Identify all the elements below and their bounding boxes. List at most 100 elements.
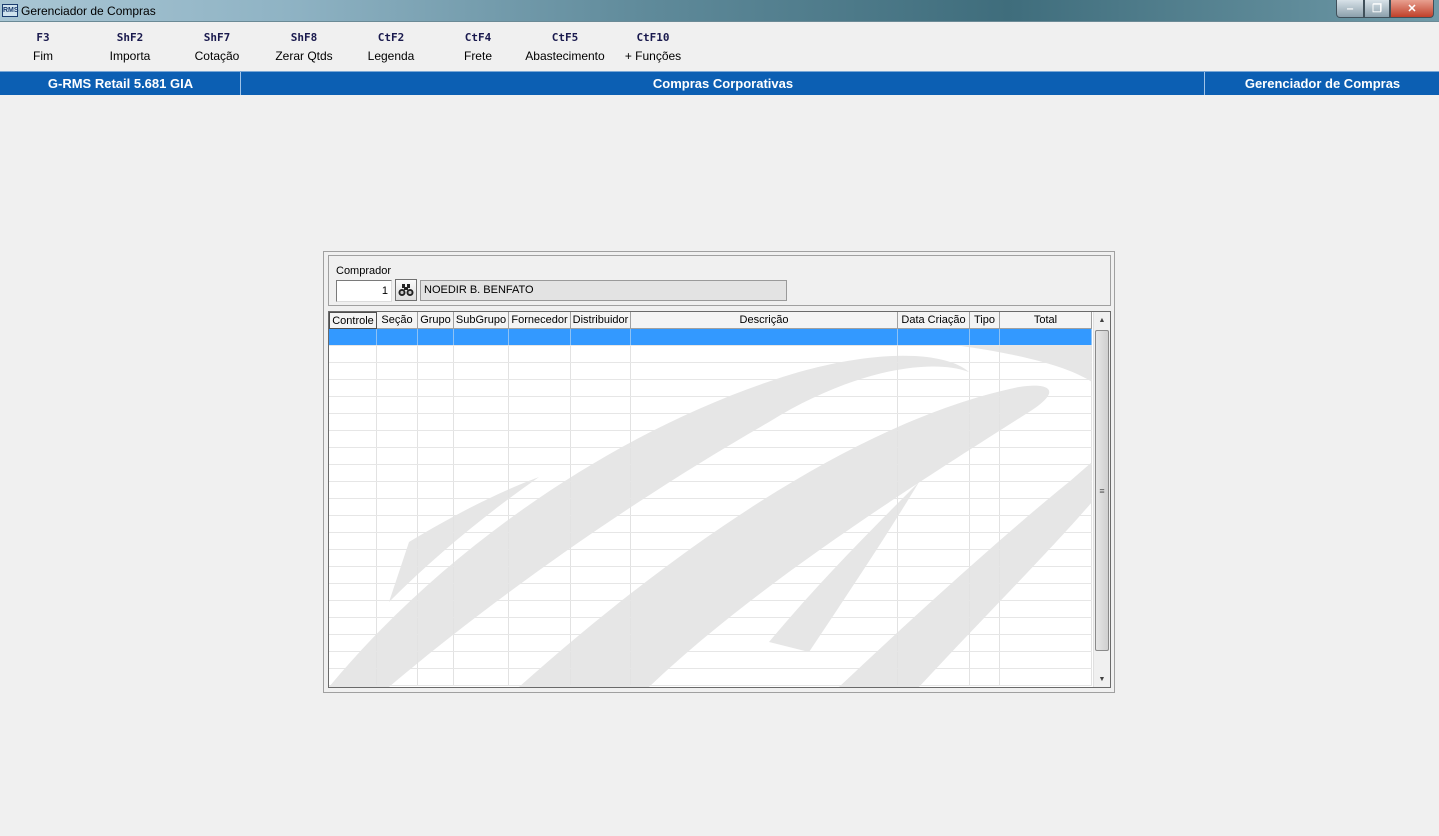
title-bar[interactable]: RMS Gerenciador de Compras ‒ ❐ ✕	[0, 0, 1439, 22]
table-row[interactable]	[329, 533, 1092, 550]
table-cell[interactable]	[631, 635, 898, 651]
table-cell[interactable]	[631, 533, 898, 549]
fkey-mais-funcoes[interactable]: CtF10 + Funções	[618, 31, 688, 63]
table-cell[interactable]	[1000, 465, 1092, 481]
fkey-cotacao[interactable]: ShF7 Cotação	[187, 31, 247, 63]
table-row[interactable]	[329, 652, 1092, 669]
table-cell[interactable]	[1000, 380, 1092, 396]
table-row[interactable]	[329, 669, 1092, 686]
table-cell[interactable]	[377, 346, 418, 362]
table-cell[interactable]	[631, 363, 898, 379]
table-cell[interactable]	[631, 567, 898, 583]
table-cell[interactable]	[377, 635, 418, 651]
table-cell[interactable]	[509, 482, 571, 498]
col-header-tipo[interactable]: Tipo	[970, 312, 1000, 329]
table-cell[interactable]	[418, 652, 454, 668]
table-row[interactable]	[329, 414, 1092, 431]
table-cell[interactable]	[571, 431, 631, 447]
table-cell[interactable]	[509, 533, 571, 549]
col-header-secao[interactable]: Seção	[377, 312, 418, 329]
table-cell[interactable]	[418, 363, 454, 379]
table-cell[interactable]	[1000, 397, 1092, 413]
table-cell[interactable]	[377, 363, 418, 379]
table-cell[interactable]	[1000, 431, 1092, 447]
table-cell[interactable]	[377, 499, 418, 515]
table-row[interactable]	[329, 618, 1092, 635]
table-row[interactable]	[329, 550, 1092, 567]
table-row[interactable]	[329, 482, 1092, 499]
table-cell[interactable]	[898, 601, 970, 617]
table-cell[interactable]	[1000, 584, 1092, 600]
table-cell[interactable]	[454, 618, 509, 634]
col-header-subgrupo[interactable]: SubGrupo	[454, 312, 509, 329]
table-cell[interactable]	[631, 380, 898, 396]
table-cell[interactable]	[418, 669, 454, 685]
table-cell[interactable]	[329, 482, 377, 498]
table-cell[interactable]	[631, 584, 898, 600]
table-cell[interactable]	[970, 465, 1000, 481]
table-cell[interactable]	[631, 652, 898, 668]
table-row[interactable]	[329, 584, 1092, 601]
table-row[interactable]	[329, 431, 1092, 448]
table-cell[interactable]	[377, 397, 418, 413]
table-cell[interactable]	[631, 397, 898, 413]
table-row[interactable]	[329, 329, 1092, 346]
table-cell[interactable]	[454, 635, 509, 651]
table-cell[interactable]	[1000, 601, 1092, 617]
table-cell[interactable]	[377, 567, 418, 583]
col-header-fornecedor[interactable]: Fornecedor	[509, 312, 571, 329]
table-cell[interactable]	[970, 635, 1000, 651]
table-cell[interactable]	[1000, 550, 1092, 566]
table-cell[interactable]	[509, 584, 571, 600]
minimize-button[interactable]: ‒	[1336, 0, 1364, 18]
table-cell[interactable]	[454, 533, 509, 549]
table-cell[interactable]	[631, 550, 898, 566]
maximize-button[interactable]: ❐	[1364, 0, 1390, 18]
table-cell[interactable]	[454, 346, 509, 362]
table-cell[interactable]	[454, 363, 509, 379]
table-cell[interactable]	[418, 329, 454, 345]
table-cell[interactable]	[418, 380, 454, 396]
table-cell[interactable]	[970, 618, 1000, 634]
table-cell[interactable]	[970, 652, 1000, 668]
table-cell[interactable]	[329, 601, 377, 617]
table-row[interactable]	[329, 567, 1092, 584]
table-cell[interactable]	[571, 601, 631, 617]
table-cell[interactable]	[454, 465, 509, 481]
fkey-frete[interactable]: CtF4 Frete	[453, 31, 503, 63]
table-cell[interactable]	[898, 448, 970, 464]
table-cell[interactable]	[377, 414, 418, 430]
table-row[interactable]	[329, 516, 1092, 533]
table-cell[interactable]	[418, 618, 454, 634]
table-cell[interactable]	[571, 465, 631, 481]
table-cell[interactable]	[1000, 414, 1092, 430]
table-cell[interactable]	[898, 380, 970, 396]
fkey-importa[interactable]: ShF2 Importa	[100, 31, 160, 63]
table-cell[interactable]	[571, 550, 631, 566]
table-cell[interactable]	[418, 414, 454, 430]
table-cell[interactable]	[454, 431, 509, 447]
close-button[interactable]: ✕	[1390, 0, 1434, 18]
table-cell[interactable]	[454, 329, 509, 345]
table-cell[interactable]	[898, 465, 970, 481]
table-cell[interactable]	[970, 550, 1000, 566]
table-cell[interactable]	[418, 448, 454, 464]
table-cell[interactable]	[631, 516, 898, 532]
table-cell[interactable]	[970, 414, 1000, 430]
table-cell[interactable]	[454, 601, 509, 617]
table-cell[interactable]	[571, 516, 631, 532]
table-cell[interactable]	[571, 329, 631, 345]
col-header-descricao[interactable]: Descrição	[631, 312, 898, 329]
table-cell[interactable]	[571, 618, 631, 634]
table-cell[interactable]	[509, 380, 571, 396]
table-cell[interactable]	[329, 329, 377, 345]
table-cell[interactable]	[970, 397, 1000, 413]
table-cell[interactable]	[1000, 482, 1092, 498]
table-cell[interactable]	[509, 414, 571, 430]
table-cell[interactable]	[1000, 363, 1092, 379]
table-cell[interactable]	[970, 431, 1000, 447]
table-cell[interactable]	[509, 567, 571, 583]
table-cell[interactable]	[898, 652, 970, 668]
table-cell[interactable]	[329, 380, 377, 396]
table-row[interactable]	[329, 635, 1092, 652]
